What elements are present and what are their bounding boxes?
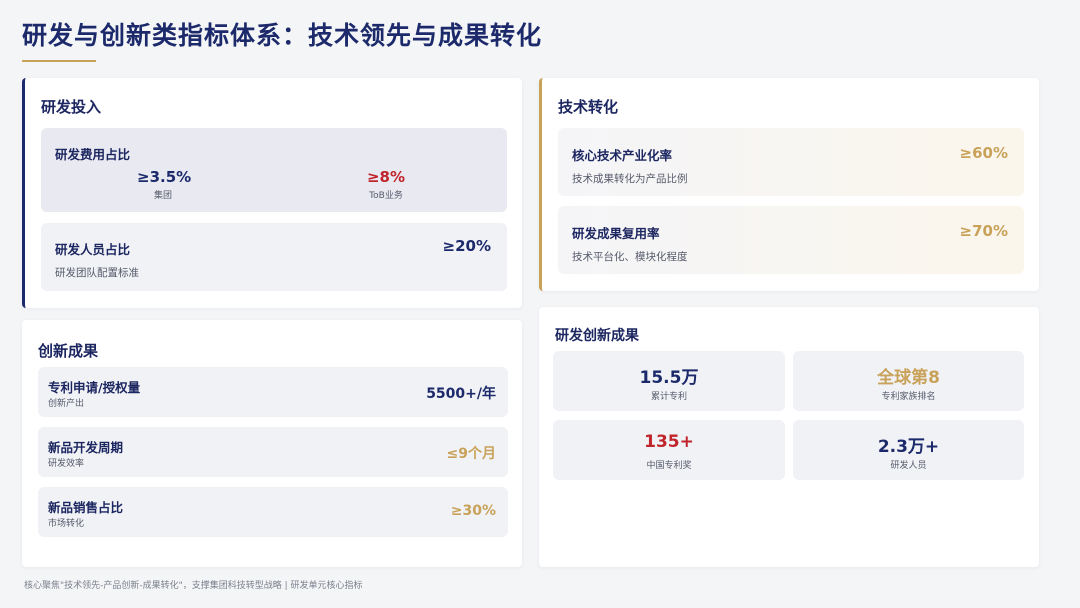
tob-label: ToB业务 — [369, 191, 403, 201]
tech-item-box: 核心技术产业化率 ≥60% 技术成果转化为产品比例 — [558, 128, 1024, 196]
innovation-item-title: 新品销售占比 — [48, 500, 124, 515]
innovation-item-value: ≤9个月 — [446, 446, 496, 462]
innovation-item-sub: 研发效率 — [48, 459, 85, 469]
innovation-results-card: 创新成果 专利申请/授权量 创新产出 5500+/年 新品开发周期 研发效率 ≤… — [22, 320, 522, 567]
stat-card: 2.3万+ 研发人员 — [793, 420, 1024, 480]
title-underline — [22, 60, 96, 62]
tech-item-title: 研发成果复用率 — [572, 226, 660, 241]
staff-ratio-value: ≥20% — [442, 237, 491, 255]
staff-ratio-sub: 研发团队配置标准 — [55, 267, 139, 279]
group-expense-value: ≥3.5% — [137, 168, 192, 186]
tech-item-sub: 技术平台化、模块化程度 — [572, 251, 688, 263]
tech-item-title: 核心技术产业化率 — [572, 148, 673, 163]
innovation-item-value: 5500+/年 — [426, 386, 496, 402]
stat-label: 累计专利 — [650, 392, 687, 402]
rd-investment-card: 研发投入 研发费用占比 ≥3.5% 集团 ≥8% ToB业务 研发人员占比 ≥2… — [22, 78, 522, 308]
tech-item-value: ≥60% — [959, 144, 1008, 162]
innovation-item-sub: 创新产出 — [48, 399, 85, 409]
page-title: 研发与创新类指标体系：技术领先与成果转化 — [22, 21, 543, 50]
stat-value: 15.5万 — [639, 368, 699, 388]
stat-card: 15.5万 累计专利 — [553, 351, 785, 411]
stat-card: 全球第8 专利家族排名 — [793, 351, 1024, 411]
innovation-item-box: 专利申请/授权量 创新产出 5500+/年 — [38, 367, 508, 417]
stat-label: 中国专利奖 — [646, 461, 692, 471]
tech-item-value: ≥70% — [959, 222, 1008, 240]
tech-item-box: 研发成果复用率 ≥70% 技术平台化、模块化程度 — [558, 206, 1024, 274]
stat-value: 135+ — [644, 432, 694, 452]
tech-conversion-title: 技术转化 — [558, 98, 619, 116]
rd-investment-title: 研发投入 — [41, 98, 102, 116]
footnote: 核心聚焦"技术领先-产品创新-成果转化"，支撑集团科技转型战略 | 研发单元核心… — [24, 581, 363, 591]
stat-card: 135+ 中国专利奖 — [553, 420, 785, 480]
stat-value: 2.3万+ — [877, 437, 940, 457]
innovation-results-title: 创新成果 — [38, 342, 99, 360]
innovation-item-value: ≥30% — [450, 503, 496, 519]
rd-achievements-card: 研发创新成果 15.5万 累计专利 全球第8 专利家族排名 135+ 中国专利奖… — [539, 307, 1039, 567]
tech-conversion-card: 技术转化 核心技术产业化率 ≥60% 技术成果转化为产品比例 研发成果复用率 ≥… — [539, 78, 1039, 291]
innovation-item-title: 新品开发周期 — [48, 440, 124, 455]
staff-ratio-box: 研发人员占比 ≥20% 研发团队配置标准 — [41, 223, 507, 291]
stat-label: 研发人员 — [890, 461, 927, 471]
innovation-item-box: 新品开发周期 研发效率 ≤9个月 — [38, 427, 508, 477]
innovation-item-sub: 市场转化 — [48, 519, 85, 529]
expense-ratio-title: 研发费用占比 — [55, 147, 131, 162]
innovation-item-box: 新品销售占比 市场转化 ≥30% — [38, 487, 508, 537]
stat-value: 全球第8 — [877, 368, 940, 388]
stat-label: 专利家族排名 — [881, 392, 936, 402]
rd-achievements-title: 研发创新成果 — [555, 328, 639, 344]
tob-expense-value: ≥8% — [366, 168, 406, 186]
innovation-item-title: 专利申请/授权量 — [48, 380, 141, 395]
group-label: 集团 — [153, 191, 172, 201]
expense-ratio-box: 研发费用占比 ≥3.5% 集团 ≥8% ToB业务 — [41, 128, 507, 212]
tech-item-sub: 技术成果转化为产品比例 — [572, 173, 688, 185]
staff-ratio-title: 研发人员占比 — [55, 242, 131, 257]
